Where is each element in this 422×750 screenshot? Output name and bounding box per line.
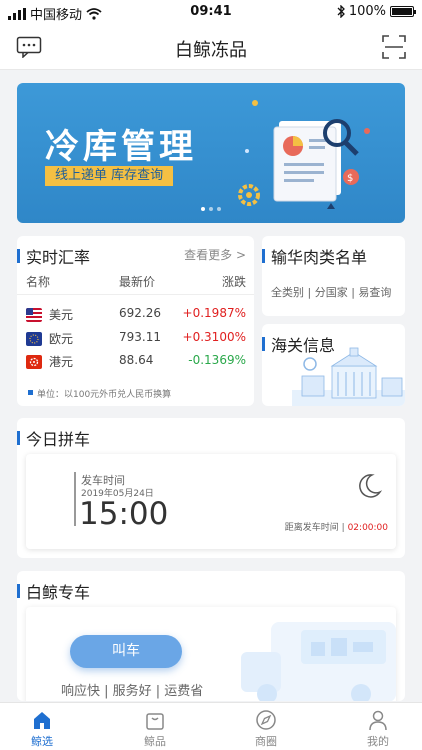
meat-list-card[interactable]: 输华肉类名单 全类别 | 分国家 | 易查询 xyxy=(262,236,405,316)
tab-label: 商圈 xyxy=(255,735,277,748)
link-easy-search[interactable]: 易查询 xyxy=(358,286,391,299)
status-right: 100% xyxy=(337,4,416,19)
us-flag-icon xyxy=(26,308,42,322)
banner-subtitle: 线上递单 库存查询 xyxy=(45,166,174,186)
carousel-dot[interactable] xyxy=(201,207,205,211)
separator: | xyxy=(304,286,315,299)
special-title: 白鲸专车 xyxy=(17,579,90,603)
divider xyxy=(17,294,254,295)
exchange-rate-card: 实时汇率 查看更多 > 名称 最新价 涨跌 美元 692.26 +0.1987%… xyxy=(17,236,254,406)
banner-title: 冷库管理 xyxy=(45,127,197,167)
service-taglines: 响应快 | 服务好 | 运费省 xyxy=(61,684,204,699)
carousel-dots xyxy=(17,196,405,215)
link-all-categories[interactable]: 全类别 xyxy=(271,286,304,299)
nav-bar: 白鲸冻品 xyxy=(0,24,422,70)
currency-change: +0.1987% xyxy=(182,306,246,320)
carousel-dot[interactable] xyxy=(217,207,221,211)
tab-label: 我的 xyxy=(367,735,389,748)
header-name: 名称 xyxy=(26,275,51,289)
special-car-panel: 叫车 响应快 | 服务好 | 运费省 xyxy=(26,607,396,701)
tab-bar: 鲸选 鲸品 商圈 我的 xyxy=(0,702,422,750)
currency-name: 港元 xyxy=(49,355,74,369)
meat-list-title: 输华肉类名单 xyxy=(262,244,367,268)
countdown-label: 距离发车时间 xyxy=(284,523,339,533)
exchange-row[interactable]: 美元 692.26 +0.1987% xyxy=(26,306,246,326)
currency-price: 88.64 xyxy=(119,353,154,367)
tab-business[interactable]: 商圈 xyxy=(236,709,296,749)
truck-logo-icon xyxy=(241,622,396,701)
status-bar: 中国移动 09:41 100% xyxy=(0,0,422,24)
building-illustration-icon xyxy=(292,347,405,406)
separator: | xyxy=(347,286,359,299)
eu-flag-icon xyxy=(26,332,42,346)
link-by-country[interactable]: 分国家 xyxy=(315,286,348,299)
see-more-link[interactable]: 查看更多 > xyxy=(184,246,246,263)
tab-home[interactable]: 鲸选 xyxy=(12,709,72,749)
exchange-title: 实时汇率 xyxy=(17,244,90,268)
svg-text:$: $ xyxy=(347,173,353,184)
hk-flag-icon xyxy=(26,355,42,369)
scan-icon[interactable] xyxy=(382,35,406,59)
special-car-card: 白鲸专车 叫车 响应快 | 服务好 | 运费省 xyxy=(17,571,405,701)
carpool-ticket[interactable]: 发车时间 2019年05月24日 15:00 距离发车时间 | 02:00:00 xyxy=(26,454,396,549)
tab-label: 鲸品 xyxy=(144,735,166,748)
home-icon xyxy=(34,712,50,729)
battery-icon xyxy=(390,6,416,17)
depart-time: 15:00 xyxy=(79,496,169,532)
currency-change: +0.3100% xyxy=(182,330,246,344)
tab-products[interactable]: 鲸品 xyxy=(125,709,185,749)
call-car-button[interactable]: 叫车 xyxy=(70,635,182,668)
countdown: 距离发车时间 | 02:00:00 xyxy=(285,520,388,533)
currency-name: 美元 xyxy=(49,308,74,322)
countdown-time: 02:00:00 xyxy=(347,523,388,533)
tab-profile[interactable]: 我的 xyxy=(348,709,408,749)
currency-name: 欧元 xyxy=(49,332,74,346)
meat-list-links: 全类别 | 分国家 | 易查询 xyxy=(271,284,391,300)
divider-bar xyxy=(74,472,76,526)
currency-change: -0.1369% xyxy=(188,353,246,367)
carpool-card: 今日拼车 发车时间 2019年05月24日 15:00 距离发车时间 | 02:… xyxy=(17,418,405,558)
banner-carousel[interactable]: 冷库管理 线上递单 库存查询 $ xyxy=(17,83,405,223)
currency-price: 793.11 xyxy=(119,330,161,344)
customs-info-card[interactable]: 海关信息 xyxy=(262,324,405,406)
compass-icon xyxy=(256,710,276,730)
header-price: 最新价 xyxy=(119,275,156,289)
carousel-dot[interactable] xyxy=(209,207,213,211)
bag-icon xyxy=(146,713,164,730)
exchange-row[interactable]: 港元 88.64 -0.1369% xyxy=(26,353,246,373)
carpool-title: 今日拼车 xyxy=(17,426,90,450)
tab-label: 鲸选 xyxy=(31,735,53,748)
battery-percent: 100% xyxy=(348,4,386,19)
bluetooth-icon xyxy=(337,5,345,18)
exchange-row[interactable]: 欧元 793.11 +0.3100% xyxy=(26,330,246,350)
header-change: 涨跌 xyxy=(221,275,246,289)
exchange-note: 单位：以100元外币兑人民币换算 xyxy=(27,387,171,400)
user-icon xyxy=(369,710,387,731)
moon-icon xyxy=(359,474,383,498)
currency-price: 692.26 xyxy=(119,306,161,320)
page-title: 白鲸冻品 xyxy=(175,40,247,61)
